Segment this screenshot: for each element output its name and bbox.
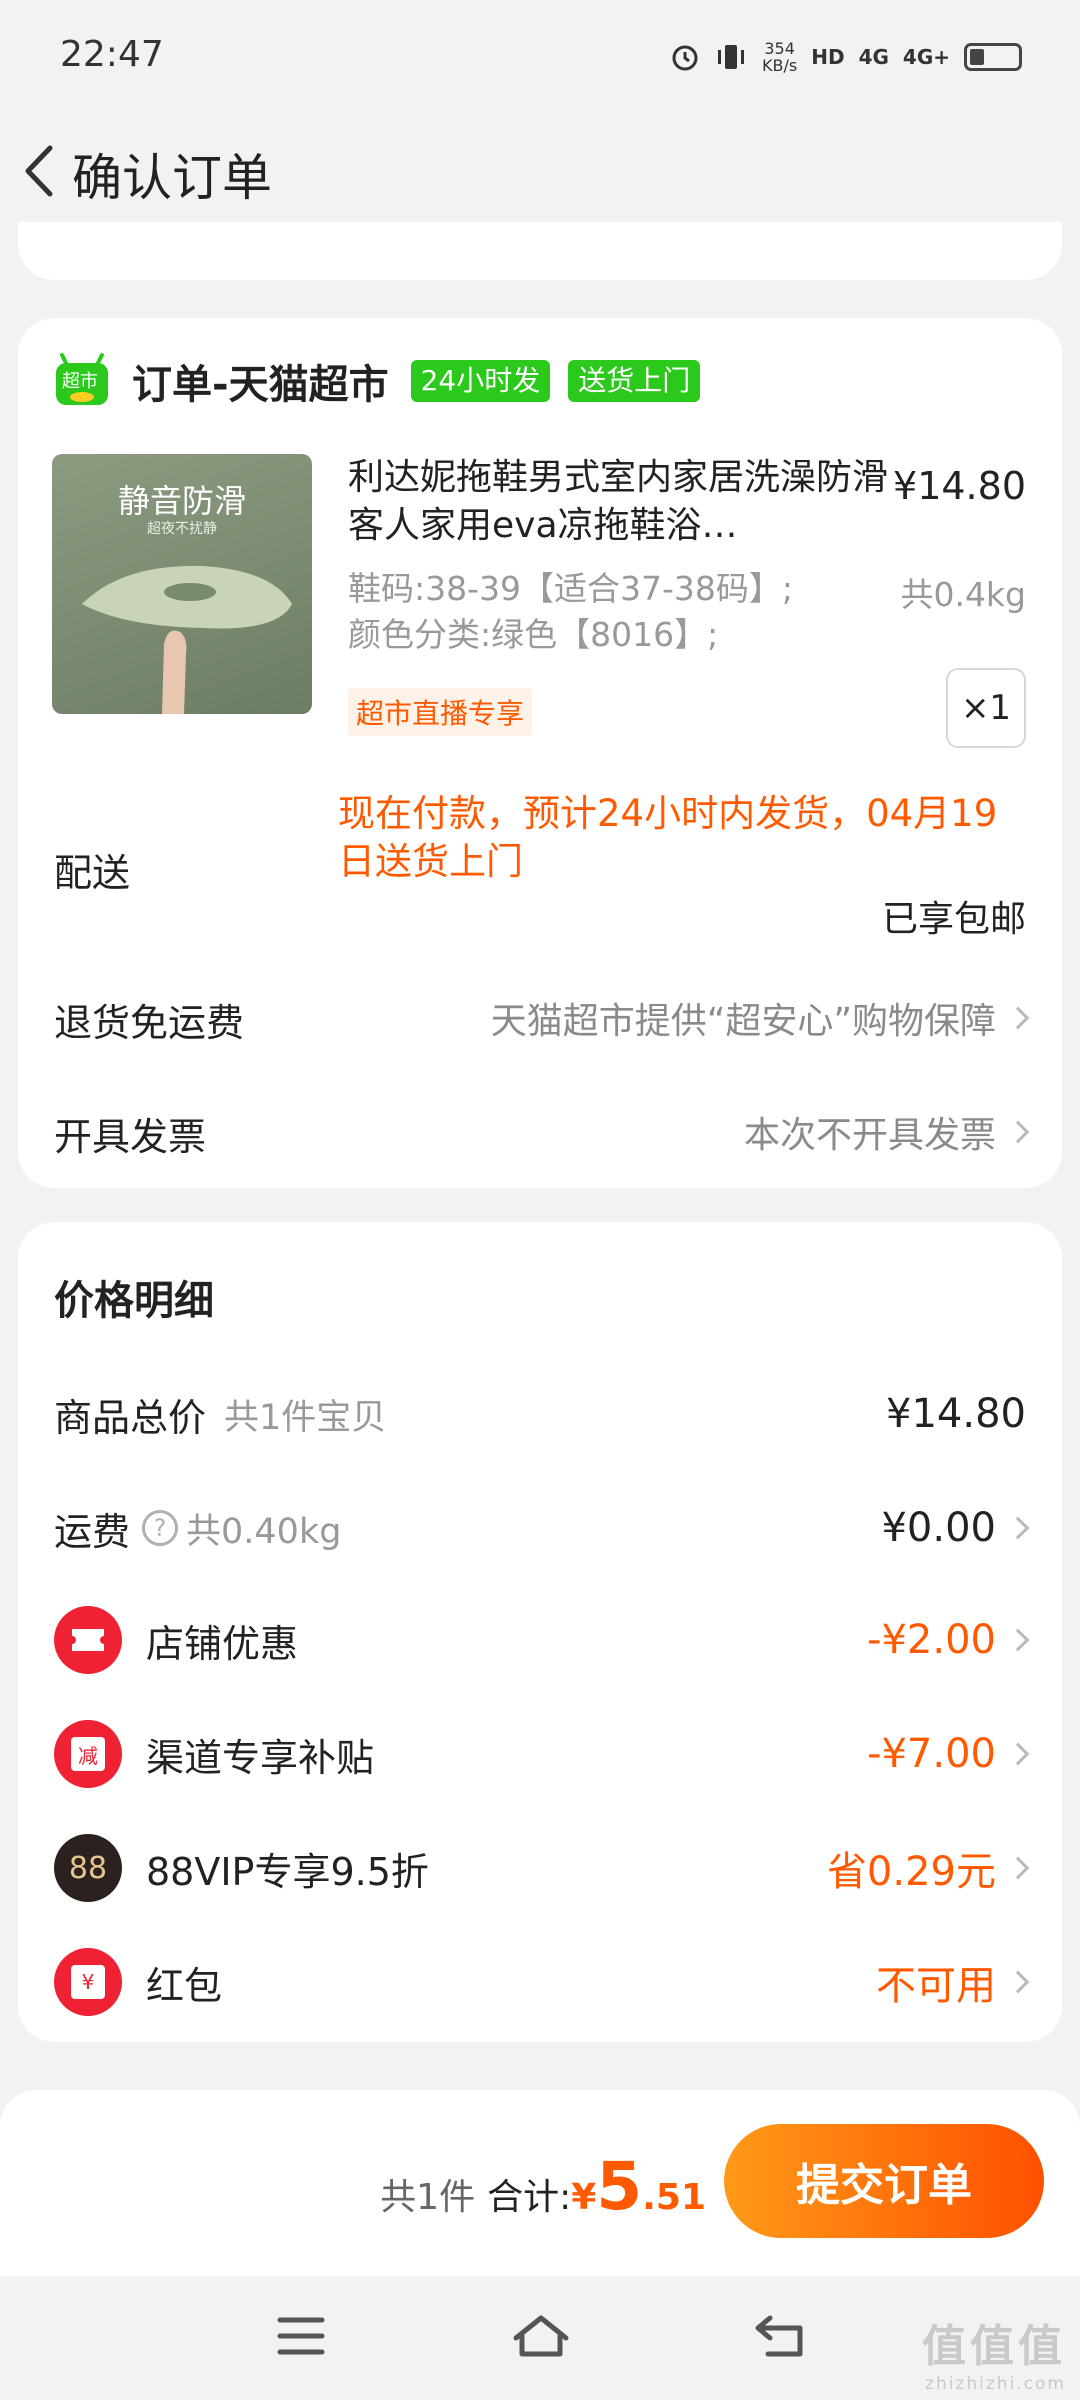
tag-24h: 24小时发 [410, 360, 551, 402]
status-bar: 22:47 354 KB/s HD 4G 4G+ [0, 0, 1080, 120]
shipping-value: ¥0.00 [881, 1505, 1030, 1551]
status-icons: 354 KB/s HD 4G 4G+ [670, 40, 1022, 74]
goods-total-label: 商品总价 [54, 1395, 207, 1440]
address-card-bottom [18, 222, 1062, 280]
red-packet-value: 不可用 [876, 1953, 1030, 2011]
vip-row[interactable]: 88 88VIP专享9.5折 省0.29元 [54, 1828, 1030, 1908]
watermark: 值值值 zhizhizhi.com [922, 2310, 1066, 2394]
total-decimal: .51 [642, 2177, 706, 2218]
goods-total-value: ¥14.80 [886, 1391, 1026, 1437]
delivery-note: 现在付款，预计24小时内发货，04月19日送货上门 [338, 792, 998, 883]
header: 确认订单 [0, 120, 1080, 220]
alarm-icon [672, 45, 698, 71]
return-guarantee-text: 天猫超市提供“超安心”购物保障 [490, 1001, 996, 1042]
store-discount-row[interactable]: 店铺优惠 -¥2.00 [54, 1600, 1030, 1680]
store-logo: 超市 [54, 353, 110, 409]
quantity-stepper[interactable]: ×1 [946, 668, 1026, 748]
chevron-right-icon [1006, 1628, 1030, 1652]
order-total: 共1件 合计: ¥ 5 .51 [380, 2148, 706, 2225]
watermark-url: zhizhizhi.com [925, 2374, 1066, 2394]
total-integer: 5 [596, 2148, 643, 2225]
price-detail-title: 价格明细 [54, 1278, 214, 1324]
net-speed: 354 KB/s [762, 39, 798, 75]
subsidy-icon-text: 减 [71, 1737, 105, 1771]
chevron-right-icon [1006, 1006, 1030, 1030]
free-shipping: 已享包邮 [881, 899, 1026, 940]
product-weight: 共0.4kg [900, 575, 1026, 614]
red-packet-row[interactable]: ¥ 红包 不可用 [54, 1942, 1030, 2022]
status-time: 22:47 [60, 34, 164, 75]
battery-icon [964, 43, 1022, 71]
vip-icon: 88 [54, 1834, 122, 1902]
chevron-right-icon [1006, 1742, 1030, 1766]
red-packet-icon-text: ¥ [71, 1965, 105, 1999]
product-spec[interactable]: 鞋码:38-39【适合37-38码】; 颜色分类:绿色【8016】; [348, 566, 888, 658]
product-image[interactable]: 静音防滑 超夜不扰静 [52, 454, 312, 714]
signal-4g: 4G [858, 45, 889, 69]
back-icon[interactable] [14, 132, 64, 210]
delivery-label: 配送 [54, 851, 131, 895]
store-discount-value: -¥2.00 [867, 1617, 1030, 1663]
spec-size: 鞋码:38-39【适合37-38码】; [348, 569, 794, 608]
product-title[interactable]: 利达妮拖鞋男式室内家居洗澡防滑客人家用eva凉拖鞋浴… [348, 454, 898, 550]
invoice-row[interactable]: 本次不开具发票 [743, 1106, 1030, 1158]
vip-value: 省0.29元 [827, 1839, 1030, 1897]
system-nav-bar: 值值值 zhizhizhi.com [0, 2276, 1080, 2400]
subsidy-icon: 减 [54, 1720, 122, 1788]
goods-total-row: 商品总价 共1件宝贝 ¥14.80 [54, 1384, 1026, 1444]
return-icon[interactable] [746, 2306, 816, 2366]
return-label: 退货免运费 [54, 1001, 245, 1045]
vibrate-icon [718, 45, 745, 69]
chevron-right-icon [1006, 1516, 1030, 1540]
tag-delivery: 送货上门 [568, 360, 701, 402]
invoice-value: 本次不开具发票 [743, 1115, 996, 1156]
channel-subsidy-row[interactable]: 减 渠道专享补贴 -¥7.00 [54, 1714, 1030, 1794]
chevron-right-icon [1006, 1856, 1030, 1880]
return-guarantee-row[interactable]: 天猫超市提供“超安心”购物保障 [490, 992, 1030, 1044]
home-icon[interactable] [506, 2306, 576, 2366]
channel-subsidy-label: 渠道专享补贴 [146, 1735, 375, 1780]
store-name: 订单-天猫超市 [132, 362, 389, 408]
red-packet-icon: ¥ [54, 1948, 122, 2016]
order-card: 超市 订单-天猫超市 24小时发 送货上门 静音防滑 超夜不扰静 利达妮拖鞋男式… [18, 318, 1062, 1188]
store-logo-text: 超市 [62, 371, 98, 392]
price-detail-card: 价格明细 商品总价 共1件宝贝 ¥14.80 运费 ? 共0.40kg ¥0.0… [18, 1222, 1062, 2042]
store-discount-label: 店铺优惠 [146, 1621, 299, 1666]
spec-color: 颜色分类:绿色【8016】; [348, 615, 719, 654]
vip-label: 88VIP专享9.5折 [146, 1849, 429, 1894]
goods-total-count: 共1件宝贝 [224, 1397, 387, 1438]
product-price: ¥14.80 [893, 464, 1026, 508]
promo-tag: 超市直播专享 [348, 688, 533, 736]
store-row: 超市 订单-天猫超市 24小时发 送货上门 [54, 352, 718, 410]
chevron-right-icon [1006, 1120, 1030, 1144]
total-currency: ¥ [571, 2177, 597, 2218]
shipping-row[interactable]: 运费 ? 共0.40kg ¥0.00 [54, 1498, 1030, 1558]
total-label: 合计: [487, 2177, 572, 2218]
signal-4g-plus: 4G+ [902, 45, 950, 69]
watermark-main: 值值值 [922, 2321, 1066, 2372]
menu-icon[interactable] [266, 2306, 336, 2366]
coupon-icon [54, 1606, 122, 1674]
total-count: 共1件 [380, 2177, 476, 2218]
chevron-right-icon [1006, 1970, 1030, 1994]
hd-icon: HD [811, 45, 845, 69]
submit-order-button[interactable]: 提交订单 [724, 2124, 1044, 2238]
checkout-bar: 共1件 合计: ¥ 5 .51 提交订单 [0, 2090, 1080, 2276]
page-title: 确认订单 [72, 149, 272, 207]
channel-subsidy-value: -¥7.00 [867, 1731, 1030, 1777]
shipping-label: 运费 [54, 1509, 131, 1554]
invoice-label: 开具发票 [54, 1115, 207, 1159]
help-icon[interactable]: ? [142, 1510, 179, 1546]
shipping-weight: 共0.40kg [186, 1511, 342, 1552]
red-packet-label: 红包 [146, 1963, 223, 2008]
